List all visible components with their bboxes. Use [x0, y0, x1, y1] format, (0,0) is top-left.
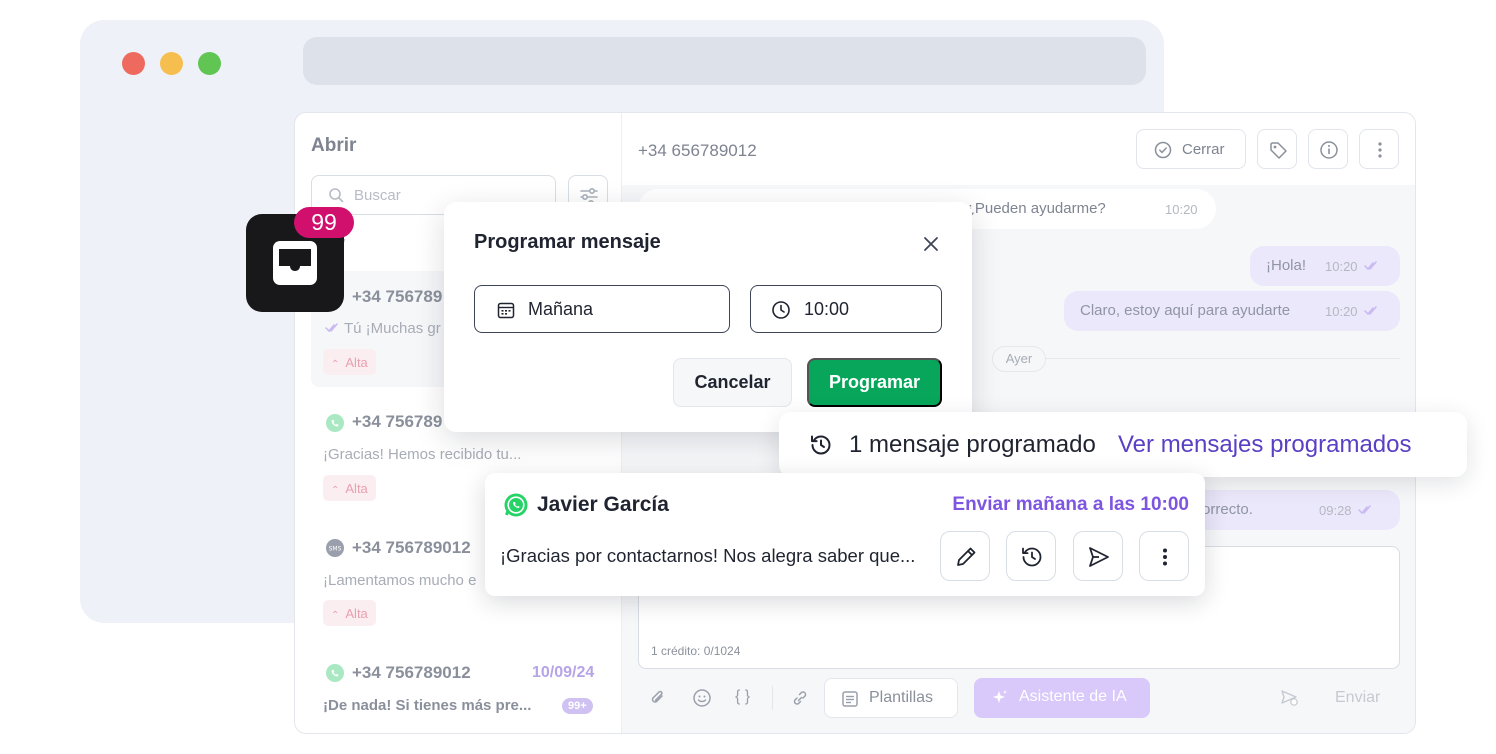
- more-vertical-icon: [1378, 142, 1382, 158]
- conversation-date: 10/09/24: [532, 664, 595, 681]
- whatsapp-icon: [325, 413, 345, 433]
- conversation-preview: Tú ¡Muchas gr: [344, 320, 441, 337]
- credit-counter: 1 crédito: 0/1024: [651, 644, 741, 658]
- scheduled-time: Enviar mañana a las 10:00: [952, 494, 1189, 515]
- clock-history-icon: [808, 432, 834, 458]
- conversation-preview: ¡Lamentamos mucho e: [323, 572, 477, 589]
- window-maximize-dot: [198, 52, 221, 75]
- schedule-button[interactable]: Programar: [807, 358, 942, 407]
- time-select[interactable]: 10:00: [750, 285, 942, 333]
- sparkle-icon: [990, 688, 1010, 708]
- tag-button[interactable]: [1257, 129, 1297, 169]
- view-scheduled-link[interactable]: Ver mensajes programados: [1118, 431, 1411, 459]
- window-minimize-dot: [160, 52, 183, 75]
- tag-icon: [1270, 142, 1287, 159]
- chat-phone-title: +34 656789012: [638, 141, 757, 160]
- sms-icon: SMS: [325, 538, 345, 558]
- conversation-phone: +34 756789: [352, 287, 443, 306]
- address-bar[interactable]: [303, 37, 1146, 85]
- clock-history-icon: [1022, 547, 1042, 567]
- whatsapp-icon: [503, 492, 529, 518]
- variables-button[interactable]: { }: [735, 688, 750, 706]
- reschedule-button[interactable]: [1006, 531, 1056, 581]
- more-actions-button[interactable]: [1139, 531, 1189, 581]
- conversation-preview: ¡De nada! Si tienes más pre...: [323, 697, 532, 714]
- search-placeholder: Buscar: [354, 187, 401, 204]
- divider: [1002, 358, 1400, 359]
- attach-icon[interactable]: [648, 688, 668, 708]
- svg-text:SMS: SMS: [329, 546, 342, 553]
- link-icon[interactable]: [790, 688, 810, 708]
- send-now-button[interactable]: [1073, 531, 1123, 581]
- pencil-icon: [957, 547, 976, 566]
- more-vertical-icon: [1163, 548, 1167, 566]
- schedule-message-modal: Programar mensaje Mañana 10:00 Cancelar …: [444, 202, 972, 432]
- double-check-icon: [325, 323, 339, 333]
- cancel-button[interactable]: Cancelar: [673, 358, 792, 407]
- conversation-preview: ¡Gracias! Hemos recibido tu...: [323, 446, 522, 463]
- priority-badge: ⌃ Alta: [323, 349, 376, 375]
- time-value: 10:00: [804, 299, 850, 319]
- double-check-icon: [1358, 505, 1374, 515]
- emoji-icon[interactable]: [692, 688, 712, 708]
- conversation-phone: +34 756789: [352, 412, 443, 431]
- more-options-button[interactable]: [1359, 129, 1399, 169]
- send-icon: [1089, 547, 1109, 567]
- search-icon: [328, 187, 344, 203]
- double-check-icon: [1364, 261, 1380, 271]
- edit-button[interactable]: [940, 531, 990, 581]
- modal-title: Programar mensaje: [474, 231, 661, 253]
- conversation-phone: +34 756789012: [352, 538, 471, 557]
- toolbar-divider: [772, 686, 773, 710]
- clock-icon: [771, 300, 791, 320]
- day-divider-label: Ayer: [992, 346, 1046, 372]
- contact-name: Javier García: [537, 493, 669, 516]
- sidebar-title: Abrir: [311, 135, 357, 156]
- close-label: Cerrar: [1182, 141, 1225, 158]
- info-icon: [1320, 141, 1338, 159]
- window-close-dot: [122, 52, 145, 75]
- scheduled-messages-bar: 1 mensaje programado Ver mensajes progra…: [779, 412, 1467, 477]
- outgoing-message: ¡Hola! 10:20: [1250, 246, 1400, 286]
- send-button[interactable]: Enviar: [1335, 689, 1380, 707]
- priority-badge: ⌃ Alta: [323, 475, 376, 501]
- outgoing-message: Claro, estoy aquí para ayudarte 10:20: [1064, 291, 1400, 331]
- check-circle-icon: [1154, 141, 1172, 159]
- whatsapp-icon: [325, 663, 345, 683]
- schedule-send-icon[interactable]: [1280, 688, 1300, 708]
- priority-badge: ⌃ Alta: [323, 600, 376, 626]
- notification-count-badge: 99: [294, 207, 354, 238]
- scheduled-message-card: Javier García Enviar mañana a las 10:00 …: [485, 473, 1205, 596]
- ai-assistant-button[interactable]: Asistente de IA: [974, 678, 1150, 718]
- template-icon: [841, 690, 859, 708]
- calendar-icon: [496, 300, 516, 320]
- info-button[interactable]: [1308, 129, 1348, 169]
- unread-count-badge: 99+: [562, 698, 593, 714]
- scheduled-message-preview: ¡Gracias por contactarnos! Nos alegra sa…: [500, 545, 916, 566]
- date-select[interactable]: Mañana: [474, 285, 730, 333]
- date-value: Mañana: [528, 299, 594, 319]
- templates-button[interactable]: Plantillas: [824, 678, 958, 718]
- conversation-phone: +34 756789012: [352, 663, 471, 682]
- scheduled-count-label: 1 mensaje programado: [849, 431, 1096, 458]
- close-icon[interactable]: [921, 234, 941, 254]
- close-conversation-button[interactable]: Cerrar: [1136, 129, 1246, 169]
- double-check-icon: [1364, 306, 1380, 316]
